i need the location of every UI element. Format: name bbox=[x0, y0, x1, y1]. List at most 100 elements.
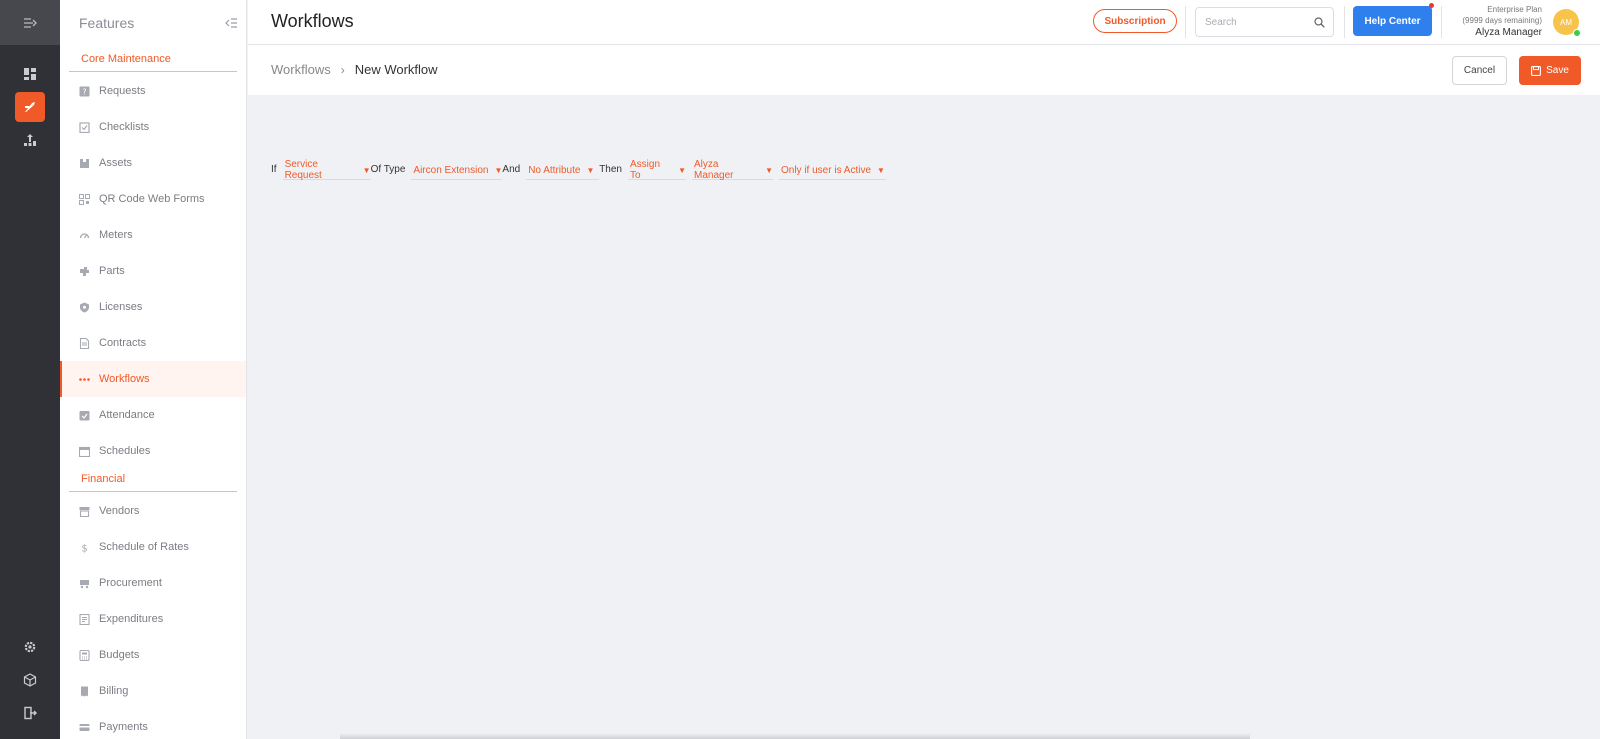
sidebar-item-attendance[interactable]: Attendance bbox=[60, 397, 246, 433]
settings-icon bbox=[24, 641, 36, 653]
vendor-icon bbox=[78, 505, 90, 517]
keyword-and: And bbox=[502, 164, 521, 175]
select-value: No Attribute bbox=[528, 164, 581, 176]
dropdown-arrow-icon: ▼ bbox=[494, 165, 503, 175]
search-icon[interactable] bbox=[1314, 16, 1325, 28]
sidebar-item-billing[interactable]: Billing bbox=[60, 673, 246, 709]
contract-icon bbox=[78, 337, 90, 349]
dashboard-button[interactable] bbox=[15, 59, 45, 89]
cancel-button[interactable]: Cancel bbox=[1452, 56, 1507, 85]
menu-expand-icon bbox=[24, 17, 37, 28]
save-button[interactable]: Save bbox=[1519, 56, 1581, 85]
notification-dot bbox=[1429, 3, 1434, 8]
sidebar-item-label: Schedule of Rates bbox=[99, 541, 189, 553]
user-name: Alyza Manager bbox=[1475, 27, 1542, 38]
sidebar-item-procurement[interactable]: Procurement bbox=[60, 565, 246, 601]
license-icon bbox=[78, 301, 90, 313]
billing-icon bbox=[78, 685, 90, 697]
sidebar-item-licenses[interactable]: Licenses bbox=[60, 289, 246, 325]
type-select[interactable]: Aircon Extension ▼ bbox=[411, 161, 503, 180]
sidebar-item-label: Billing bbox=[99, 685, 129, 697]
sidebar-item-requests[interactable]: ? Requests bbox=[60, 73, 246, 109]
sidebar-item-expenditures[interactable]: Expenditures bbox=[60, 601, 246, 637]
qr-code-icon bbox=[78, 193, 90, 205]
dropdown-arrow-icon: ▼ bbox=[877, 165, 885, 175]
dropdown-arrow-icon: ▼ bbox=[765, 165, 773, 175]
breadcrumb: Workflows › New Workflow bbox=[271, 62, 438, 77]
payment-icon bbox=[78, 721, 90, 733]
analytics-button[interactable] bbox=[15, 125, 45, 155]
breadcrumb-bar: Workflows › New Workflow Cancel Save bbox=[248, 45, 1600, 95]
sidebar-item-payments[interactable]: Payments bbox=[60, 709, 246, 739]
sidebar-item-parts[interactable]: Parts bbox=[60, 253, 246, 289]
sidebar-item-meters[interactable]: Meters bbox=[60, 217, 246, 253]
workflow-rule: If Service Request ▼ Of Type Aircon Exte… bbox=[271, 159, 892, 181]
sidebar-item-label: Contracts bbox=[99, 337, 147, 349]
sidebar-item-qr-code-web-forms[interactable]: QR Code Web Forms bbox=[60, 181, 246, 217]
dropdown-arrow-icon: ▼ bbox=[362, 165, 371, 175]
logout-button[interactable] bbox=[15, 698, 45, 728]
assignee-select[interactable]: Alyza Manager ▼ bbox=[692, 159, 773, 181]
help-center-button[interactable]: Help Center bbox=[1353, 6, 1432, 36]
sidebar-item-vendors[interactable]: Vendors bbox=[60, 493, 246, 529]
procurement-icon bbox=[78, 577, 90, 589]
search-input[interactable]: Search bbox=[1195, 7, 1334, 37]
dropdown-arrow-icon: ▼ bbox=[678, 165, 686, 175]
collapse-sidebar-icon[interactable] bbox=[224, 17, 238, 29]
asset-icon bbox=[78, 157, 90, 169]
sidebar-item-label: Attendance bbox=[99, 409, 155, 421]
meter-icon bbox=[78, 229, 90, 241]
keyword-of-type: Of Type bbox=[370, 164, 406, 175]
section-financial: Financial bbox=[69, 469, 237, 492]
breadcrumb-workflows[interactable]: Workflows bbox=[271, 62, 331, 77]
sidebar-item-schedule-of-rates[interactable]: $ Schedule of Rates bbox=[60, 529, 246, 565]
logout-icon bbox=[24, 706, 37, 720]
subscription-button[interactable]: Subscription bbox=[1093, 9, 1177, 33]
sidebar-item-label: Payments bbox=[99, 721, 148, 733]
sidebar-item-label: Workflows bbox=[99, 373, 150, 385]
features-sidebar: Features Core Maintenance ? Requests Che… bbox=[60, 0, 247, 739]
sidebar-item-schedules[interactable]: Schedules bbox=[60, 433, 246, 469]
sidebar-item-workflows[interactable]: Workflows bbox=[60, 361, 246, 397]
header-divider bbox=[1185, 6, 1186, 38]
plan-info: Enterprise Plan (9999 days remaining) Al… bbox=[1462, 4, 1542, 40]
sidebar-item-label: Requests bbox=[99, 85, 146, 97]
maintenance-icon bbox=[25, 102, 35, 112]
features-title: Features bbox=[79, 14, 135, 31]
sidebar-item-label: Meters bbox=[99, 229, 133, 241]
request-type-select[interactable]: Service Request ▼ bbox=[282, 159, 371, 181]
menu-expand-button[interactable] bbox=[0, 0, 60, 45]
section-core-maintenance: Core Maintenance bbox=[69, 45, 237, 72]
package-button[interactable] bbox=[15, 665, 45, 695]
select-value: Assign To bbox=[630, 159, 661, 181]
condition-select[interactable]: Only if user is Active ▼ bbox=[779, 161, 886, 180]
plan-remaining: (9999 days remaining) bbox=[1462, 16, 1542, 25]
workflow-icon bbox=[78, 373, 90, 385]
header-divider bbox=[1441, 6, 1442, 38]
maintenance-button[interactable] bbox=[15, 92, 45, 122]
header-divider bbox=[1344, 6, 1345, 38]
sidebar-item-label: QR Code Web Forms bbox=[99, 193, 205, 205]
sidebar-item-label: Procurement bbox=[99, 577, 162, 589]
chevron-right-icon: › bbox=[340, 62, 345, 77]
sidebar-item-label: Parts bbox=[99, 265, 125, 277]
sidebar-item-label: Budgets bbox=[99, 649, 140, 661]
sidebar-item-label: Licenses bbox=[99, 301, 143, 313]
online-status-dot bbox=[1573, 29, 1581, 37]
sidebar-item-checklists[interactable]: Checklists bbox=[60, 109, 246, 145]
action-select[interactable]: Assign To ▼ bbox=[628, 159, 686, 181]
analytics-icon bbox=[24, 134, 36, 146]
panel-edge-shadow bbox=[340, 733, 1250, 739]
features-header: Features bbox=[60, 0, 246, 45]
attribute-select[interactable]: No Attribute ▼ bbox=[526, 161, 600, 180]
search-placeholder: Search bbox=[1205, 16, 1237, 28]
sidebar-item-budgets[interactable]: Budgets bbox=[60, 637, 246, 673]
expenditure-icon bbox=[78, 613, 90, 625]
settings-button[interactable] bbox=[15, 632, 45, 662]
sidebar-item-assets[interactable]: Assets bbox=[60, 145, 246, 181]
dashboard-icon bbox=[24, 68, 36, 80]
sidebar-item-contracts[interactable]: Contracts bbox=[60, 325, 246, 361]
attendance-icon bbox=[78, 409, 90, 421]
sidebar-item-label: Expenditures bbox=[99, 613, 164, 625]
app-rail bbox=[0, 0, 60, 739]
